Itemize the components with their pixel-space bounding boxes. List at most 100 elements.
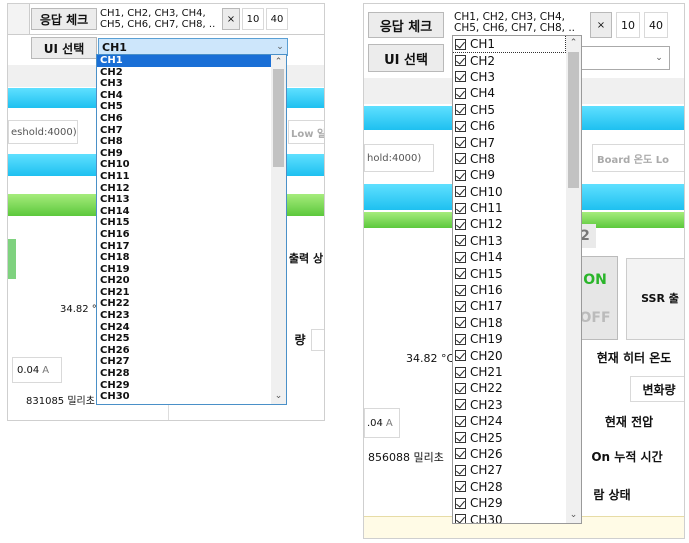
checklist-item[interactable]: CH11 <box>453 200 565 216</box>
channel-dropdown-list[interactable]: CH1 CH2 CH3 CH4 CH5 CH6 CH7 CH8 CH9 CH10 CH11 CH12 C… <box>96 54 287 405</box>
checkbox-checked-icon[interactable] <box>455 382 466 394</box>
checkbox-checked-icon[interactable] <box>455 350 466 362</box>
ui-select-button-right[interactable]: UI 선택 <box>368 44 444 72</box>
dropdown-item[interactable]: CH2 <box>97 67 271 79</box>
dropdown-item[interactable]: CH16 <box>97 229 271 241</box>
dropdown-item[interactable]: CH9 <box>97 148 271 160</box>
response-check-button-right[interactable]: 응답 체크 <box>368 12 444 38</box>
checkbox-checked-icon[interactable] <box>455 202 466 214</box>
dropdown-item[interactable]: CH26 <box>97 345 271 357</box>
scroll-up-icon[interactable]: ⌃ <box>271 55 286 69</box>
checklist-item[interactable]: CH2 <box>453 52 565 68</box>
checklist-item[interactable]: CH5 <box>453 102 565 118</box>
checkbox-checked-icon[interactable] <box>455 333 466 345</box>
checkbox-checked-icon[interactable] <box>455 218 466 230</box>
checkbox-checked-icon[interactable] <box>455 464 466 476</box>
dropdown-item[interactable]: CH12 <box>97 183 271 195</box>
checkbox-checked-icon[interactable] <box>455 366 466 378</box>
dropdown-item[interactable]: CH27 <box>97 356 271 368</box>
checkbox-checked-icon[interactable] <box>455 153 466 165</box>
value-40-field-right[interactable]: 40 <box>644 12 668 38</box>
checkbox-checked-icon[interactable] <box>455 251 466 263</box>
dropdown-item[interactable]: CH15 <box>97 217 271 229</box>
dropdown-item[interactable]: CH24 <box>97 322 271 334</box>
dropdown-item[interactable]: CH6 <box>97 113 271 125</box>
checklist-item[interactable]: CH8 <box>453 151 565 167</box>
checkbox-checked-icon[interactable] <box>455 284 466 296</box>
checklist-item[interactable]: CH19 <box>453 331 565 347</box>
checklist-item[interactable]: CH7 <box>453 134 565 150</box>
dropdown-item[interactable]: CH28 <box>97 368 271 380</box>
checkbox-checked-icon[interactable] <box>455 169 466 181</box>
checkbox-checked-icon[interactable] <box>455 186 466 198</box>
checklist-item[interactable]: CH24 <box>453 413 565 429</box>
checkbox-checked-icon[interactable] <box>455 514 466 523</box>
value-40-field[interactable]: 40 <box>266 8 288 30</box>
checklist-item[interactable]: CH16 <box>453 282 565 298</box>
checklist-item[interactable]: CH29 <box>453 495 565 511</box>
checklist-item[interactable]: CH4 <box>453 85 565 101</box>
checkbox-checked-icon[interactable] <box>455 268 466 280</box>
dropdown-item[interactable]: CH25 <box>97 333 271 345</box>
checkbox-checked-icon[interactable] <box>455 55 466 67</box>
checklist-item[interactable]: CH17 <box>453 298 565 314</box>
dropdown-item[interactable]: CH10 <box>97 159 271 171</box>
checklist-item[interactable]: CH14 <box>453 249 565 265</box>
dropdown-item[interactable]: CH5 <box>97 101 271 113</box>
checkbox-checked-icon[interactable] <box>455 38 466 50</box>
value-10-field-right[interactable]: 10 <box>616 12 640 38</box>
checklist-item[interactable]: CH22 <box>453 380 565 396</box>
checkbox-checked-icon[interactable] <box>455 481 466 493</box>
ui-select-button[interactable]: UI 선택 <box>31 37 97 59</box>
dropdown-item[interactable]: CH4 <box>97 90 271 102</box>
dropdown-item[interactable]: CH7 <box>97 125 271 137</box>
checklist-item[interactable]: CH18 <box>453 315 565 331</box>
checkbox-checked-icon[interactable] <box>455 448 466 460</box>
checklist-item[interactable]: CH1 <box>453 36 566 54</box>
checklist-item[interactable]: CH10 <box>453 184 565 200</box>
checkbox-checked-icon[interactable] <box>455 71 466 83</box>
checkbox-checked-icon[interactable] <box>455 317 466 329</box>
checklist-item[interactable]: CH3 <box>453 69 565 85</box>
scroll-thumb-right[interactable] <box>568 52 579 188</box>
dropdown-item[interactable]: CH11 <box>97 171 271 183</box>
checkbox-checked-icon[interactable] <box>455 399 466 411</box>
checklist-item[interactable]: CH26 <box>453 446 565 462</box>
checkbox-checked-icon[interactable] <box>455 235 466 247</box>
checklist-item[interactable]: CH27 <box>453 462 565 478</box>
dropdown-item[interactable]: CH23 <box>97 310 271 322</box>
response-check-button[interactable]: 응답 체크 <box>31 8 97 30</box>
dropdown-item[interactable]: CH17 <box>97 241 271 253</box>
checkbox-checked-icon[interactable] <box>455 415 466 427</box>
checkbox-checked-icon[interactable] <box>455 120 466 132</box>
dropdown-item[interactable]: CH14 <box>97 206 271 218</box>
clear-button-right[interactable]: × <box>590 12 612 38</box>
dropdown-item[interactable]: CH30 <box>97 391 271 403</box>
checklist-item[interactable]: CH12 <box>453 216 565 232</box>
scroll-thumb[interactable] <box>273 69 284 167</box>
dropdown-item[interactable]: CH29 <box>97 380 271 392</box>
dropdown-item[interactable]: CH18 <box>97 252 271 264</box>
dropdown-item[interactable]: CH20 <box>97 275 271 287</box>
dropdown-scrollbar[interactable]: ⌃ ⌄ <box>271 55 286 404</box>
checklist-item[interactable]: CH21 <box>453 364 565 380</box>
checkbox-checked-icon[interactable] <box>455 300 466 312</box>
dropdown-item[interactable]: CH1 <box>97 55 271 67</box>
clear-button[interactable]: × <box>222 8 240 30</box>
dropdown-item[interactable]: CH22 <box>97 298 271 310</box>
value-10-field[interactable]: 10 <box>242 8 264 30</box>
channel-checklist[interactable]: CH1 CH2 CH3 CH4 CH5 CH6 CH7 CH8 CH9 CH10 CH11 CH12 C… <box>452 35 582 524</box>
scroll-up-icon-right[interactable]: ⌃ <box>566 36 581 50</box>
up-down-arrows[interactable] <box>8 239 16 279</box>
checklist-item[interactable]: CH9 <box>453 167 565 183</box>
dropdown-item[interactable]: CH13 <box>97 194 271 206</box>
checklist-item[interactable]: CH23 <box>453 397 565 413</box>
dropdown-item[interactable]: CH8 <box>97 136 271 148</box>
checklist-item[interactable]: CH28 <box>453 479 565 495</box>
checklist-item[interactable]: CH30 <box>453 511 565 523</box>
checkbox-checked-icon[interactable] <box>455 432 466 444</box>
checkbox-checked-icon[interactable] <box>455 497 466 509</box>
dropdown-item[interactable]: CH19 <box>97 264 271 276</box>
checklist-item[interactable]: CH20 <box>453 347 565 363</box>
checklist-scrollbar[interactable]: ⌃ ⌄ <box>566 36 581 523</box>
